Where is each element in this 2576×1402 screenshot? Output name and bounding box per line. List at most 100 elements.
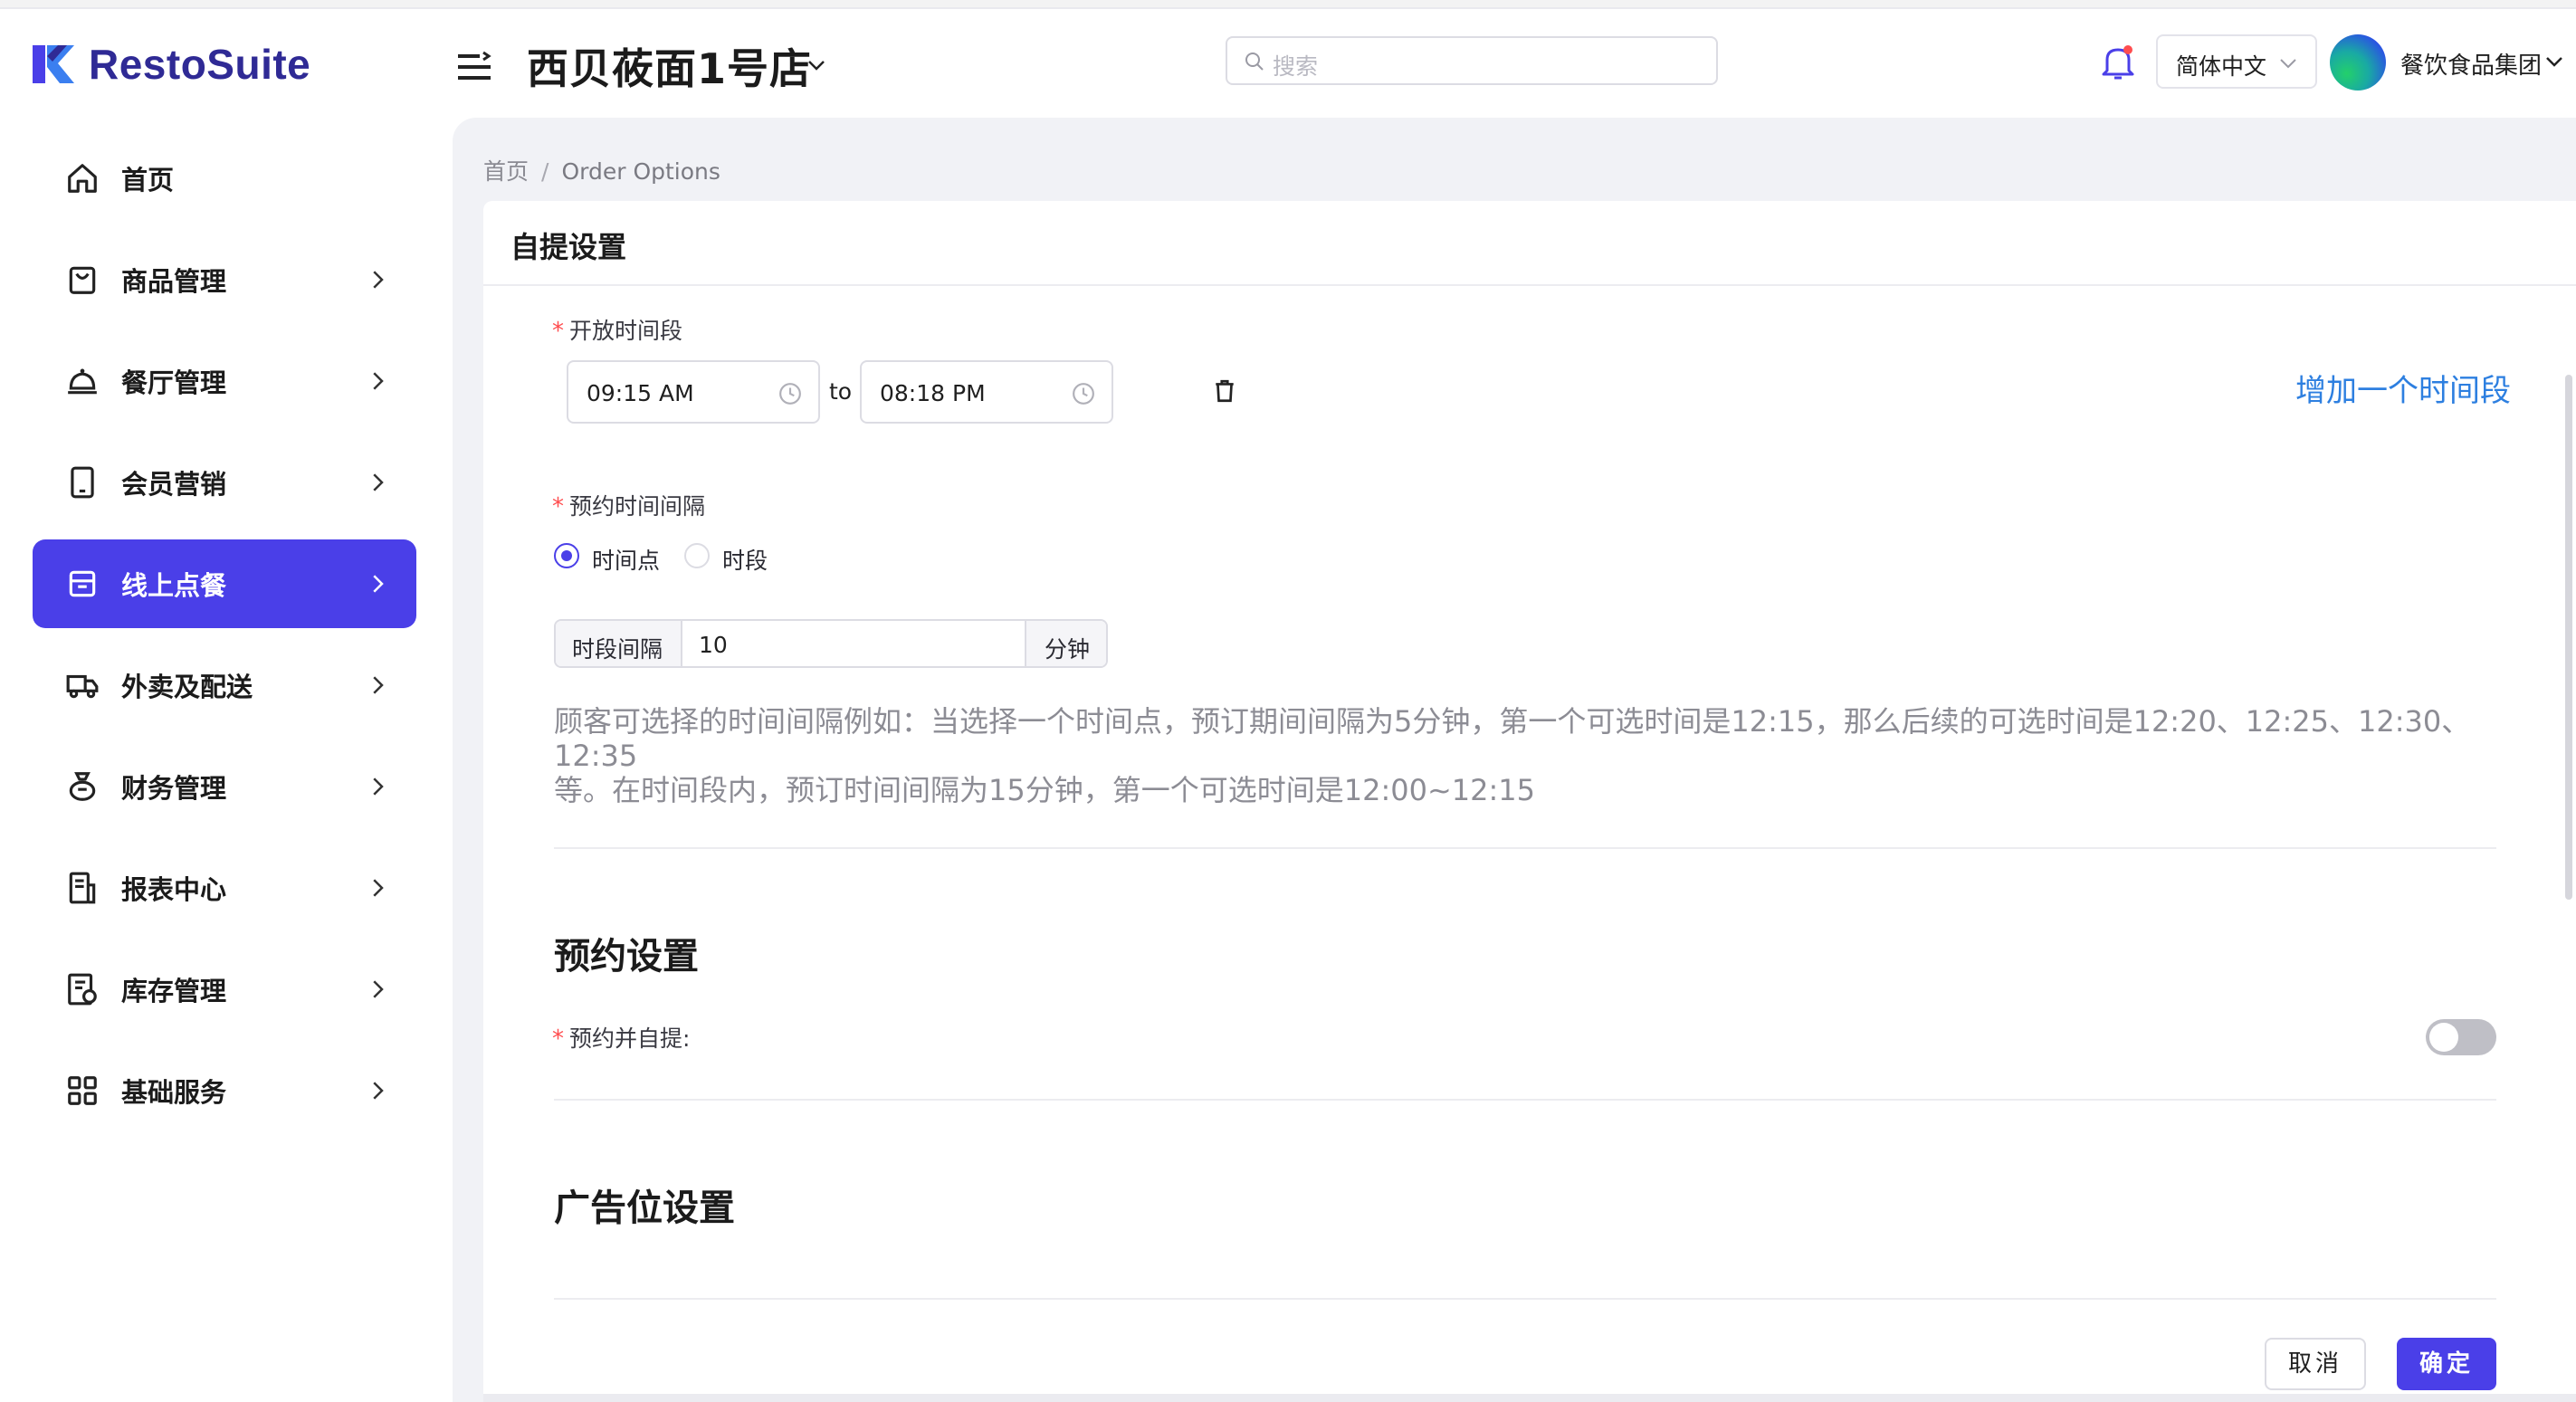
chevron-right-icon [373, 676, 384, 694]
open-hours-label: * 开放时间段 [552, 313, 682, 346]
home-icon [68, 164, 97, 193]
box-icon [69, 570, 96, 597]
interval-hint-text: 顾客可选择的时间间隔例如：当选择一个时间点，预订期间间隔为5分钟，第一个可选时间… [554, 704, 2500, 807]
confirm-button[interactable]: 确定 [2397, 1338, 2496, 1390]
truck-icon [66, 674, 99, 699]
add-time-period-link[interactable]: 增加一个时间段 [2295, 366, 2511, 410]
reservation-section-title: 预约设置 [554, 936, 699, 978]
section-divider [554, 847, 2496, 849]
interval-input[interactable]: 10 [699, 632, 728, 658]
sidebar-item-label: 商品管理 [121, 266, 227, 297]
sidebar-item-home[interactable]: 首页 [33, 134, 416, 223]
chevron-right-icon [373, 980, 384, 998]
sidebar-item-inventory[interactable]: 库存管理 [33, 945, 416, 1034]
user-avatar[interactable] [2330, 34, 2386, 91]
open-hours-label-text: 开放时间段 [569, 318, 683, 344]
grid-icon [68, 1076, 97, 1105]
required-asterisk: * [552, 1025, 564, 1053]
sidebar-item-label: 基础服务 [121, 1077, 227, 1108]
sidebar-item-online-ordering[interactable]: 线上点餐 [33, 539, 416, 628]
hint-line-1: 顾客可选择的时间间隔例如：当选择一个时间点，预订期间间隔为5分钟，第一个可选时间… [554, 704, 2471, 773]
interval-suffix: 分钟 [1025, 621, 1106, 666]
top-border [0, 0, 2576, 9]
brand-logo[interactable]: RestoSuite [31, 40, 310, 89]
inventory-icon [68, 973, 97, 1006]
sidebar-item-basic-services[interactable]: 基础服务 [33, 1046, 416, 1135]
language-label: 简体中文 [2176, 53, 2267, 80]
cloche-icon [68, 368, 97, 395]
scrollbar[interactable] [2565, 375, 2572, 900]
interval-unit-text: 分钟 [1045, 636, 1091, 663]
section-divider [554, 1099, 2496, 1101]
restosuite-logo-icon [33, 45, 74, 83]
store-selector[interactable]: 西贝莜面1号店 [527, 36, 812, 96]
chevron-right-icon [373, 372, 384, 390]
chevron-right-icon [373, 777, 384, 796]
breadcrumb-separator: / [541, 158, 549, 185]
brand-name: RestoSuite [89, 41, 311, 88]
chevron-right-icon [373, 575, 384, 593]
bag-icon [69, 266, 96, 294]
chevron-down-icon[interactable] [804, 54, 829, 76]
sidebar-item-restaurant[interactable]: 餐厅管理 [33, 337, 416, 425]
breadcrumb-current: Order Options [561, 158, 720, 185]
sidebar-item-label: 财务管理 [121, 773, 227, 804]
reservation-pickup-label: * 预约并自提: [552, 1021, 690, 1054]
sidebar-item-products[interactable]: 商品管理 [33, 235, 416, 324]
breadcrumb: 首页 / Order Options [483, 154, 720, 186]
radio-time-point-label[interactable]: 时间点 [592, 543, 660, 576]
sidebar-item-label: 线上点餐 [121, 570, 227, 601]
notification-bell-icon[interactable] [2098, 42, 2138, 83]
cancel-button[interactable]: 取消 [2265, 1338, 2366, 1390]
breadcrumb-home[interactable]: 首页 [483, 158, 529, 185]
reservation-pickup-label-text: 预约并自提: [569, 1025, 691, 1052]
sidebar-item-label: 库存管理 [121, 976, 227, 1006]
radio-time-point[interactable] [554, 543, 579, 568]
card-header: 自提设置 [483, 201, 2576, 286]
clock-icon [779, 383, 801, 405]
language-selector[interactable]: 简体中文 [2156, 34, 2317, 89]
organization-name[interactable]: 餐饮食品集团 [2400, 47, 2542, 81]
sidebar-nav: 首页 商品管理 餐厅管理 会员营销 线上点餐 外卖及配送 财务管理 报表中心 库… [33, 134, 416, 1148]
sidebar-item-label: 首页 [121, 165, 175, 196]
menu-toggle-icon[interactable] [456, 51, 492, 83]
sidebar-item-finance[interactable]: 财务管理 [33, 742, 416, 831]
time-range-separator: to [829, 378, 853, 405]
interval-input-group[interactable]: 时段间隔 10 分钟 [554, 619, 1108, 668]
reservation-pickup-toggle[interactable] [2426, 1019, 2496, 1055]
required-asterisk: * [552, 318, 564, 345]
chevron-right-icon [373, 473, 384, 491]
phone-icon [71, 466, 94, 499]
sidebar-item-label: 外卖及配送 [121, 672, 253, 702]
interval-prefix: 时段间隔 [556, 621, 682, 666]
end-time-picker[interactable]: 08:18 PM [860, 360, 1113, 424]
search-input[interactable]: 搜索 [1226, 36, 1718, 85]
chevron-right-icon [373, 271, 384, 289]
card-title: 自提设置 [510, 230, 627, 264]
search-icon [1245, 52, 1264, 71]
clock-icon [1073, 383, 1094, 405]
sidebar-item-membership[interactable]: 会员营销 [33, 438, 416, 527]
chevron-right-icon [373, 879, 384, 897]
radio-time-period-label[interactable]: 时段 [722, 543, 768, 576]
interval-prefix-text: 时段间隔 [572, 636, 663, 663]
chevron-down-icon[interactable] [2542, 51, 2567, 72]
required-asterisk: * [552, 493, 564, 520]
sidebar-item-label: 会员营销 [121, 469, 227, 500]
report-icon [69, 872, 96, 904]
trash-icon[interactable] [1213, 378, 1236, 404]
sidebar-item-delivery[interactable]: 外卖及配送 [33, 641, 416, 730]
ads-section-title: 广告位设置 [554, 1187, 735, 1229]
start-time-picker[interactable]: 09:15 AM [567, 360, 820, 424]
sidebar-item-reports[interactable]: 报表中心 [33, 844, 416, 932]
sidebar-item-label: 报表中心 [121, 874, 227, 905]
search-placeholder: 搜索 [1273, 53, 1319, 80]
interval-label-text: 预约时间间隔 [569, 493, 706, 520]
toggle-knob [2429, 1023, 2458, 1052]
moneybag-icon [69, 772, 96, 801]
end-time-value: 08:18 PM [880, 380, 986, 406]
interval-label: * 预约时间间隔 [552, 489, 705, 521]
start-time-value: 09:15 AM [587, 380, 694, 406]
radio-time-period[interactable] [684, 543, 710, 568]
chevron-down-icon [2280, 59, 2296, 69]
